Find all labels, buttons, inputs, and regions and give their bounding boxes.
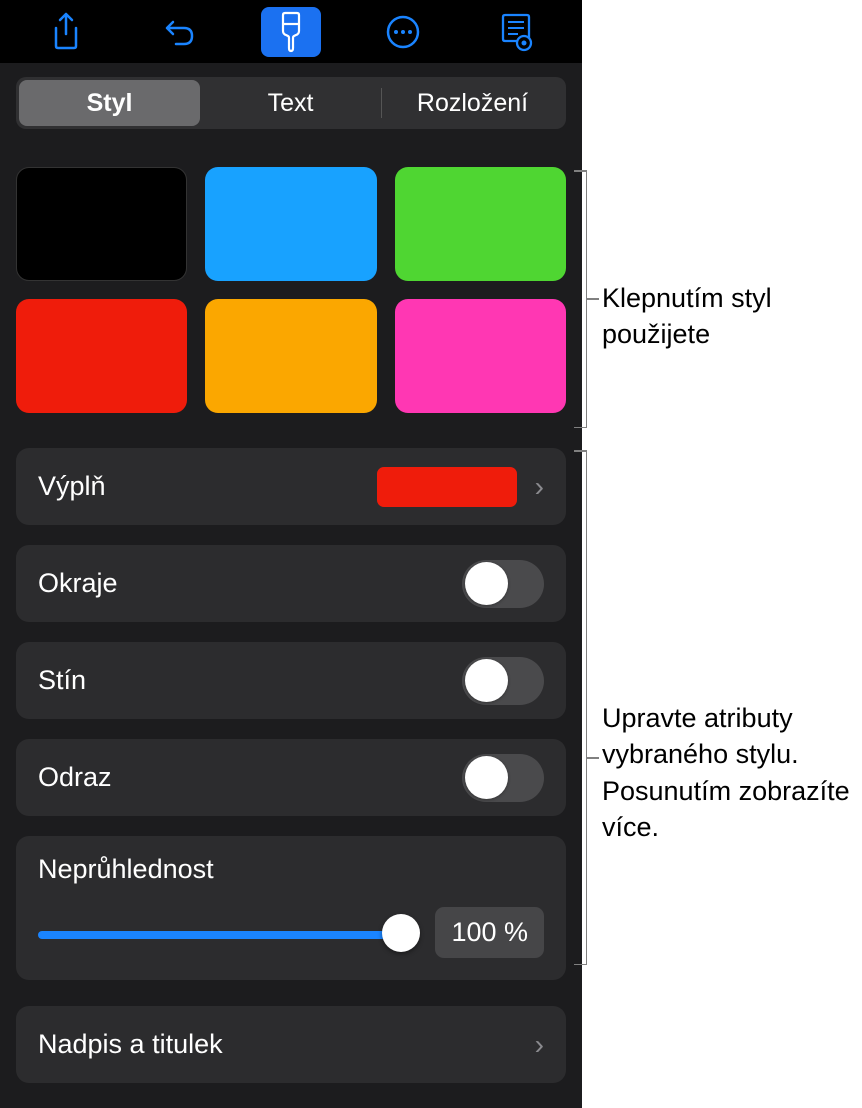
toggle-knob — [465, 562, 508, 605]
callout-apply-style: Klepnutím styl použijete — [602, 280, 862, 353]
tab-text[interactable]: Text — [200, 80, 381, 126]
opacity-slider[interactable] — [38, 918, 415, 948]
format-panel: Styl Text Rozložení Výplň › — [0, 0, 582, 1108]
toggle-knob — [465, 659, 508, 702]
border-toggle[interactable] — [462, 560, 544, 608]
swatch-black[interactable] — [16, 167, 187, 281]
reflection-row: Odraz — [16, 739, 566, 816]
tab-style[interactable]: Styl — [19, 80, 200, 126]
swatch-blue[interactable] — [205, 167, 376, 281]
reflection-toggle[interactable] — [462, 754, 544, 802]
reader-icon — [498, 12, 534, 52]
chevron-right-icon: › — [535, 471, 544, 503]
top-toolbar — [0, 0, 582, 63]
opacity-value[interactable]: 100 % — [435, 907, 544, 958]
border-label: Okraje — [38, 568, 462, 599]
shadow-toggle[interactable] — [462, 657, 544, 705]
chevron-right-icon: › — [535, 1029, 544, 1061]
fill-color-preview — [377, 467, 517, 507]
more-button[interactable] — [373, 7, 433, 57]
swatch-pink[interactable] — [395, 299, 566, 413]
share-button[interactable] — [36, 7, 96, 57]
callout-adjust-attrs: Upravte atributy vybraného stylu. Posunu… — [602, 700, 862, 846]
slider-thumb[interactable] — [382, 914, 420, 952]
slider-track — [38, 931, 415, 939]
border-row: Okraje — [16, 545, 566, 622]
share-icon — [50, 12, 82, 52]
swatch-green[interactable] — [395, 167, 566, 281]
brush-icon — [273, 11, 309, 53]
style-swatches — [16, 167, 566, 413]
fill-label: Výplň — [38, 471, 377, 502]
format-button[interactable] — [261, 7, 321, 57]
reflection-label: Odraz — [38, 762, 462, 793]
undo-button[interactable] — [149, 7, 209, 57]
tab-layout[interactable]: Rozložení — [382, 80, 563, 126]
fill-row[interactable]: Výplň › — [16, 448, 566, 525]
more-icon — [385, 14, 421, 50]
shadow-row: Stín — [16, 642, 566, 719]
swatch-red[interactable] — [16, 299, 187, 413]
opacity-label: Neprůhlednost — [38, 854, 544, 885]
shadow-label: Stín — [38, 665, 462, 696]
opacity-row: Neprůhlednost 100 % — [16, 836, 566, 980]
segmented-control: Styl Text Rozložení — [16, 77, 566, 129]
reader-button[interactable] — [486, 7, 546, 57]
swatch-orange[interactable] — [205, 299, 376, 413]
undo-icon — [160, 13, 198, 51]
callouts: Klepnutím styl použijete Upravte atribut… — [582, 0, 862, 1108]
caption-label: Nadpis a titulek — [38, 1029, 535, 1060]
caption-row[interactable]: Nadpis a titulek › — [16, 1006, 566, 1083]
toggle-knob — [465, 756, 508, 799]
